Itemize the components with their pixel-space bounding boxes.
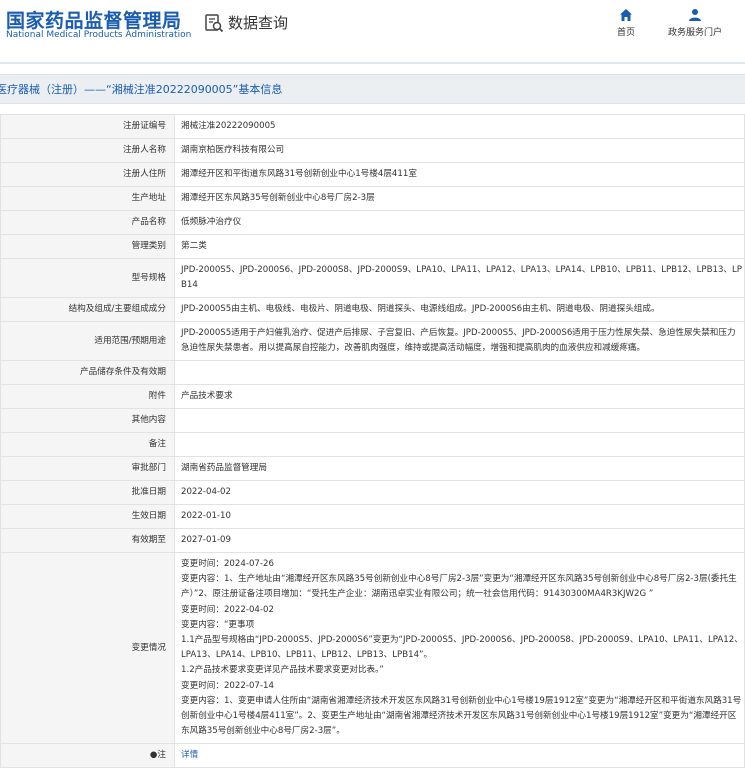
- row-label: 备注: [0, 432, 175, 457]
- row-value: JPD-2000S5适用于产妇催乳治疗、促进产后排尿、子宫复旧、产后恢复。JPD…: [174, 321, 745, 361]
- nav-home-label: 首页: [617, 28, 636, 38]
- row-value: 湘械注准20222090005: [174, 114, 745, 139]
- nav-home[interactable]: 首页: [617, 8, 635, 38]
- header-divider: [0, 62, 745, 64]
- row-label: 型号规格: [0, 258, 175, 298]
- change-line: 变更时间：2022-07-14: [181, 680, 274, 691]
- table-row: 生效日期 2022-01-10: [0, 504, 745, 529]
- row-label: 注册证编号: [0, 114, 175, 139]
- row-value: JPD-2000S5由主机、电极线、电极片、阴道电极、阴道探头、电源线组成。JP…: [174, 297, 745, 322]
- detail-table: 注册证编号 湘械注准20222090005 注册人名称 湖南京柏医疗科技有限公司 注册人…: [0, 114, 745, 769]
- row-value: [174, 408, 745, 433]
- row-value: JPD-2000S5、JPD-2000S6、JPD-2000S8、JPD-200…: [174, 258, 745, 298]
- changes-content: 变更时间：2024-07-26 变更内容：1、生产地址由“湘潭经开区东风路35号…: [174, 551, 745, 745]
- page-title: 医疗器械（注册）——“湘械注准20222090005”基本信息: [0, 83, 283, 96]
- table-row: 变更情况 变更时间：2024-07-26 变更内容：1、生产地址由“湘潭经开区东…: [0, 551, 745, 745]
- table-row: 注册证编号 湘械注准20222090005: [0, 114, 745, 139]
- row-value: 低频脉冲治疗仪: [174, 210, 745, 235]
- row-label: ●注: [0, 743, 175, 769]
- row-value: 产品技术要求: [174, 384, 745, 409]
- page-title-bar: 医疗器械（注册）——“湘械注准20222090005”基本信息: [0, 74, 745, 104]
- row-value: [174, 432, 745, 457]
- row-label: 生效日期: [0, 504, 175, 529]
- table-row: 审批部门 湖南省药品监督管理局: [0, 456, 745, 481]
- change-line: 变更内容：“更事项: [181, 619, 255, 630]
- table-row: 结构及组成/主要组成成分 JPD-2000S5由主机、电极线、电极片、阴道电极、阴…: [0, 297, 745, 322]
- user-icon: [689, 9, 701, 21]
- row-label: 注册人住所: [0, 162, 175, 187]
- change-line: 变更时间：2022-04-02: [181, 604, 274, 615]
- site-header: 国家药品监督管理局 National Medical Products Admi…: [0, 0, 745, 62]
- row-label: 批准日期: [0, 480, 175, 505]
- row-value: 第二类: [174, 234, 745, 259]
- table-row: 型号规格 JPD-2000S5、JPD-2000S6、JPD-2000S8、JPD…: [0, 258, 745, 298]
- table-row: 其他内容: [0, 408, 745, 433]
- nav-gov-service[interactable]: 政务服务门户: [668, 8, 722, 38]
- row-label: 其他内容: [0, 408, 175, 433]
- table-row: 批准日期 2022-04-02: [0, 480, 745, 505]
- table-row: ●注 详情: [0, 743, 745, 769]
- row-label: 注册人名称: [0, 138, 175, 163]
- row-label: 生产地址: [0, 186, 175, 211]
- change-line: 变更内容：1、变更申请人住所由“湖南省湘潭经济技术开发区东风路31号创新创业中心…: [181, 695, 742, 737]
- data-query-link[interactable]: 数据查询: [204, 12, 288, 33]
- data-query-icon: [205, 13, 224, 32]
- row-value: 湘潭经开区东风路35号创新创业中心8号厂房2-3层: [174, 186, 745, 211]
- row-value: 2027-01-09: [174, 528, 745, 553]
- row-label: 产品名称: [0, 210, 175, 235]
- row-value: 2022-01-10: [174, 504, 745, 529]
- row-label: 有效期至: [0, 528, 175, 553]
- table-row: 注册人住所 湘潭经开区和平街道东风路31号创新创业中心1号楼4层411室: [0, 162, 745, 187]
- table-row: 备注: [0, 432, 745, 457]
- row-label: 管理类别: [0, 234, 175, 259]
- table-row: 附件 产品技术要求: [0, 384, 745, 409]
- row-value: 详情: [174, 743, 745, 769]
- row-value: 湘潭经开区和平街道东风路31号创新创业中心1号楼4层411室: [174, 162, 745, 187]
- data-query-label: 数据查询: [228, 14, 289, 32]
- table-row: 注册人名称 湖南京柏医疗科技有限公司: [0, 138, 745, 163]
- table-row: 产品储存条件及有效期: [0, 360, 745, 385]
- row-value: 湖南省药品监督管理局: [174, 456, 745, 481]
- row-label: 审批部门: [0, 456, 175, 481]
- row-value: 2022-04-02: [174, 480, 745, 505]
- row-label: 适用范围/预期用途: [0, 321, 175, 361]
- row-label: 结构及组成/主要组成成分: [0, 297, 175, 322]
- change-line: 变更内容：1、生产地址由“湘潭经开区东风路35号创新创业中心8号厂房2-3层”变…: [181, 574, 737, 600]
- row-label: 产品储存条件及有效期: [0, 360, 175, 385]
- change-line: 1.2产品技术要求变更详见产品技术要求变更对比表。”: [181, 665, 384, 676]
- site-logo-cn[interactable]: 国家药品监督管理局: [6, 6, 182, 33]
- table-row: 有效期至 2027-01-09: [0, 528, 745, 553]
- change-line: 1.1产品型号规格由“JPD-2000S5、JPD-2000S6”变更为“JPD…: [181, 635, 743, 661]
- table-row: 管理类别 第二类: [0, 234, 745, 259]
- table-row: 适用范围/预期用途 JPD-2000S5适用于产妇催乳治疗、促进产后排尿、子宫复旧…: [0, 321, 745, 361]
- details-link[interactable]: 详情: [181, 750, 198, 760]
- home-icon: [620, 9, 632, 21]
- table-row: 产品名称 低频脉冲治疗仪: [0, 210, 745, 235]
- row-label: 附件: [0, 384, 175, 409]
- row-value: [174, 360, 745, 385]
- row-label: 变更情况: [0, 551, 175, 745]
- site-logo-en[interactable]: National Medical Products Administration: [6, 30, 191, 40]
- row-value: 湖南京柏医疗科技有限公司: [174, 138, 745, 163]
- nav-gov-service-label: 政务服务门户: [668, 28, 723, 38]
- table-row: 生产地址 湘潭经开区东风路35号创新创业中心8号厂房2-3层: [0, 186, 745, 211]
- change-line: 变更时间：2024-07-26: [181, 559, 274, 569]
